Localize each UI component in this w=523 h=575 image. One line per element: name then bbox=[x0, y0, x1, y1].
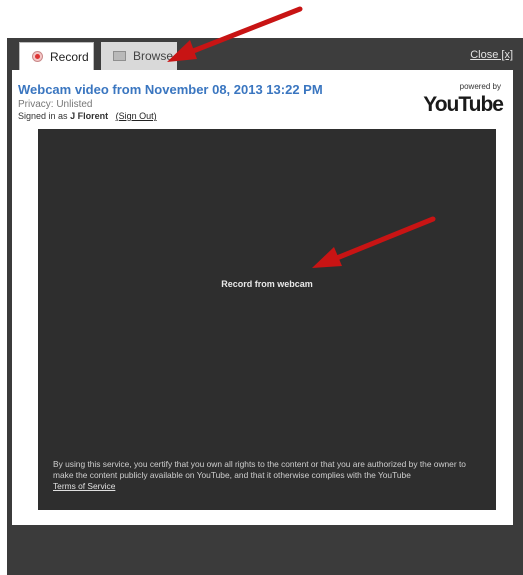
user-name: J Florent bbox=[70, 111, 109, 121]
upload-panel: Webcam video from November 08, 2013 13:2… bbox=[12, 70, 513, 525]
browse-icon bbox=[113, 51, 126, 61]
disclaimer-text: By using this service, you certify that … bbox=[53, 459, 484, 492]
youtube-logo: YouTube bbox=[423, 93, 504, 116]
webcam-recorder: Record from webcam By using this service… bbox=[38, 129, 496, 510]
video-title: Webcam video from November 08, 2013 13:2… bbox=[18, 82, 323, 97]
signed-in-prefix: Signed in as bbox=[18, 111, 68, 121]
tab-browse[interactable]: Browse bbox=[101, 42, 177, 70]
close-link[interactable]: Close [x] bbox=[470, 49, 513, 61]
tab-record[interactable]: Record bbox=[19, 42, 94, 70]
powered-by-label: powered by bbox=[459, 82, 501, 91]
disclaimer-body: By using this service, you certify that … bbox=[53, 459, 466, 480]
tab-browse-label: Browse bbox=[133, 49, 174, 63]
record-from-webcam-button[interactable]: Record from webcam bbox=[38, 279, 496, 289]
signed-in-info: Signed in as J Florent (Sign Out) bbox=[18, 111, 157, 121]
privacy-status: Privacy: Unlisted bbox=[18, 99, 93, 110]
tab-record-label: Record bbox=[50, 49, 89, 64]
tab-bar: Record Browse Close [x] bbox=[7, 38, 523, 70]
terms-of-service-link[interactable]: Terms of Service bbox=[53, 481, 115, 491]
record-icon bbox=[32, 51, 43, 62]
sign-out-link[interactable]: (Sign Out) bbox=[116, 111, 157, 121]
